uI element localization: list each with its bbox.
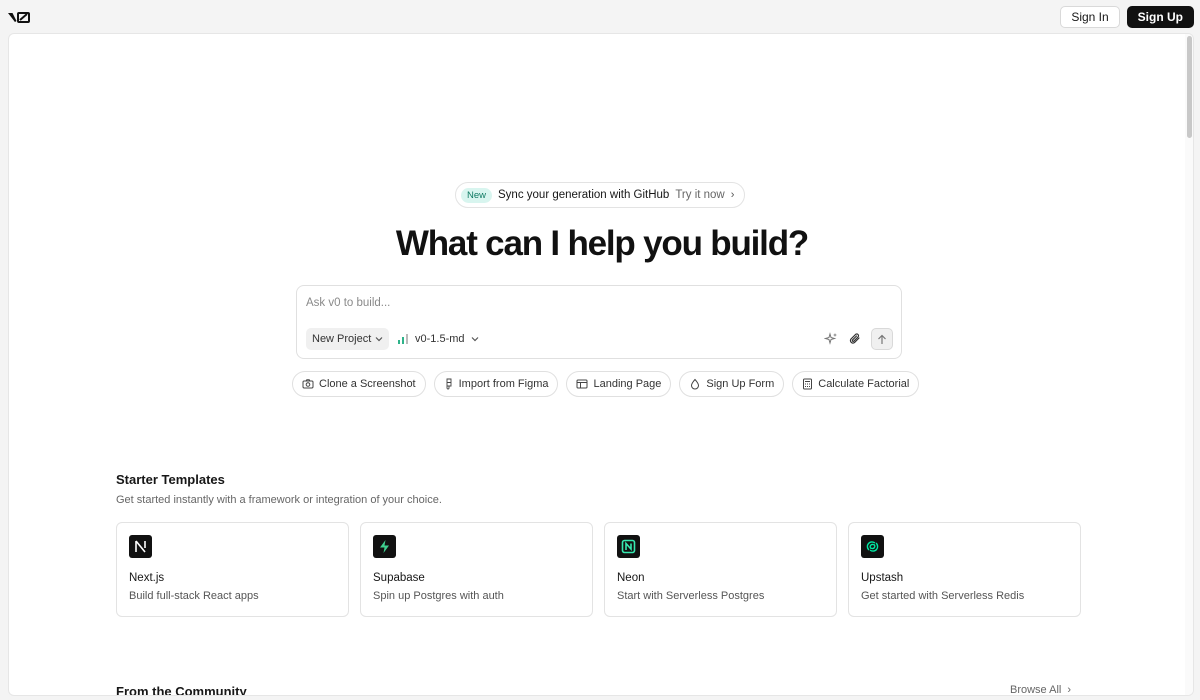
template-card-neon[interactable]: Neon Start with Serverless Postgres	[604, 522, 837, 617]
nextjs-icon	[129, 535, 152, 558]
chip-calculate-factorial[interactable]: Calculate Factorial	[792, 371, 920, 397]
arrow-up-icon	[878, 334, 886, 344]
model-select[interactable]: v0-1.5-md	[397, 328, 479, 350]
chip-label: Calculate Factorial	[818, 378, 910, 390]
model-select-label: v0-1.5-md	[415, 333, 465, 345]
new-badge: New	[461, 187, 493, 203]
template-name: Next.js	[129, 572, 165, 584]
chip-landing-page[interactable]: Landing Page	[566, 371, 672, 397]
chip-label: Landing Page	[593, 378, 662, 390]
chip-label: Clone a Screenshot	[319, 378, 416, 390]
template-cards: Next.js Build full-stack React apps Supa…	[116, 522, 1081, 617]
neon-icon	[617, 535, 640, 558]
template-description: Build full-stack React apps	[129, 590, 259, 602]
browse-all-label: Browse All	[1010, 684, 1062, 696]
template-card-supabase[interactable]: Supabase Spin up Postgres with auth	[360, 522, 593, 617]
template-name: Supabase	[373, 572, 425, 584]
starter-templates-subtitle: Get started instantly with a framework o…	[116, 494, 442, 506]
scrollbar[interactable]	[1185, 34, 1193, 695]
v0-logo[interactable]	[8, 7, 30, 27]
figma-icon	[446, 378, 452, 390]
main-panel: New Sync your generation with GitHub Try…	[8, 33, 1194, 696]
signal-bars-icon	[398, 334, 408, 344]
template-name: Neon	[617, 572, 645, 584]
project-select[interactable]: New Project	[306, 328, 390, 350]
scrollbar-thumb[interactable]	[1187, 36, 1192, 138]
template-description: Start with Serverless Postgres	[617, 590, 765, 602]
prompt-box: New Project v0-1.5-md	[296, 285, 902, 359]
starter-templates-title: Starter Templates	[116, 472, 225, 487]
chip-sign-up-form[interactable]: Sign Up Form	[679, 371, 785, 397]
top-bar: Sign In Sign Up	[0, 0, 1200, 33]
send-button[interactable]	[871, 328, 893, 350]
chip-import-figma[interactable]: Import from Figma	[433, 371, 559, 397]
browse-all-link[interactable]: Browse All ›	[1010, 684, 1072, 696]
droplet-icon	[691, 378, 700, 390]
page-title: What can I help you build?	[395, 224, 809, 263]
supabase-icon	[373, 535, 396, 558]
suggestion-chips: Clone a Screenshot Import from Figma Lan…	[292, 371, 920, 397]
chevron-right-icon: ›	[730, 189, 735, 201]
announcement-cta[interactable]: Try it now	[675, 189, 724, 201]
v0-logo-icon	[8, 11, 30, 23]
prompt-tools	[823, 328, 893, 350]
template-description: Get started with Serverless Redis	[861, 590, 1025, 602]
template-card-upstash[interactable]: Upstash Get started with Serverless Redi…	[848, 522, 1081, 617]
camera-icon	[302, 379, 314, 389]
template-name: Upstash	[861, 572, 904, 584]
layout-icon	[576, 379, 588, 389]
chevron-down-icon	[375, 337, 383, 342]
calculator-icon	[803, 378, 813, 390]
paperclip-icon[interactable]	[847, 331, 863, 347]
chip-label: Import from Figma	[458, 378, 549, 390]
sign-up-button[interactable]: Sign Up	[1126, 5, 1194, 28]
chip-clone-screenshot[interactable]: Clone a Screenshot	[292, 371, 426, 397]
template-card-nextjs[interactable]: Next.js Build full-stack React apps	[116, 522, 349, 617]
announcement-text: Sync your generation with GitHub	[498, 189, 670, 201]
chevron-right-icon: ›	[1067, 684, 1072, 696]
chevron-down-icon	[471, 337, 478, 342]
auth-buttons: Sign In Sign Up	[1060, 5, 1194, 28]
community-title: From the Community	[116, 684, 247, 696]
prompt-input[interactable]	[306, 294, 866, 312]
chip-label: Sign Up Form	[706, 378, 775, 390]
upstash-icon	[861, 535, 884, 558]
announcement-pill[interactable]: New Sync your generation with GitHub Try…	[455, 182, 746, 208]
sparkle-icon[interactable]	[823, 331, 839, 347]
sign-in-button[interactable]: Sign In	[1060, 5, 1120, 28]
project-select-label: New Project	[312, 333, 372, 345]
template-description: Spin up Postgres with auth	[373, 590, 504, 602]
